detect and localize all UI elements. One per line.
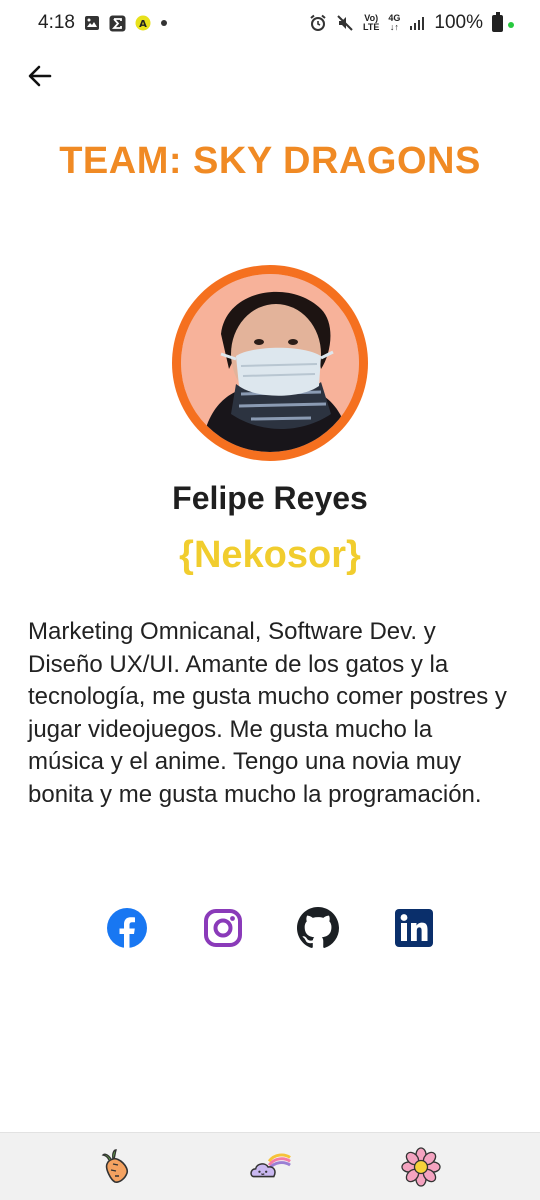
accessibility-icon: A: [135, 15, 151, 31]
nav-item-carrot[interactable]: [97, 1145, 141, 1189]
status-left: 4:18 A: [38, 12, 168, 34]
nav-item-flower[interactable]: [399, 1145, 443, 1189]
mute-icon: [336, 14, 354, 32]
sigma-icon: [109, 15, 126, 32]
flower-icon: [401, 1147, 441, 1187]
status-time: 4:18: [38, 12, 75, 33]
facebook-icon: [107, 908, 147, 948]
avatar-photo: [181, 274, 359, 452]
arrow-left-icon: [28, 65, 52, 87]
volte-icon: Vo) LTE: [363, 13, 380, 32]
dot-icon: [160, 19, 168, 27]
battery-percent: 100%: [434, 12, 483, 33]
github-button[interactable]: [296, 906, 340, 950]
svg-text:A: A: [139, 19, 147, 30]
battery-icon: [492, 11, 503, 32]
linkedin-icon: [395, 909, 433, 947]
nav-item-rainbow[interactable]: [248, 1145, 292, 1189]
image-icon: [84, 15, 100, 31]
linkedin-button[interactable]: [392, 906, 436, 950]
social-links: [0, 906, 540, 952]
member-bio: Marketing Omnicanal, Software Dev. y Dis…: [28, 618, 507, 808]
status-bar: 4:18 A Vo) LTE 4G ↓↑ 100%: [0, 0, 540, 46]
signal-icon: [409, 15, 425, 31]
profile-screen: 4:18 A Vo) LTE 4G ↓↑ 100% TEAM: SKY DRAG…: [0, 0, 540, 1200]
alarm-icon: [309, 14, 327, 32]
avatar: [181, 274, 359, 452]
member-name: Felipe Reyes: [172, 480, 368, 516]
team-title: TEAM: SKY DRAGONS: [59, 140, 481, 182]
carrot-icon: [101, 1149, 129, 1183]
avatar-ring: [172, 265, 368, 461]
back-button[interactable]: [22, 58, 58, 94]
status-right: Vo) LTE 4G ↓↑ 100%: [309, 11, 514, 34]
4g-icon: 4G ↓↑: [388, 13, 401, 32]
facebook-button[interactable]: [105, 906, 149, 950]
rainbow-cloud-icon: [250, 1153, 291, 1178]
instagram-button[interactable]: [201, 906, 245, 950]
instagram-icon: [204, 909, 242, 947]
member-nickname: {Nekosor}: [179, 534, 361, 576]
github-icon: [297, 907, 339, 948]
privacy-dot: [508, 22, 514, 28]
bottom-nav: [0, 1132, 540, 1200]
